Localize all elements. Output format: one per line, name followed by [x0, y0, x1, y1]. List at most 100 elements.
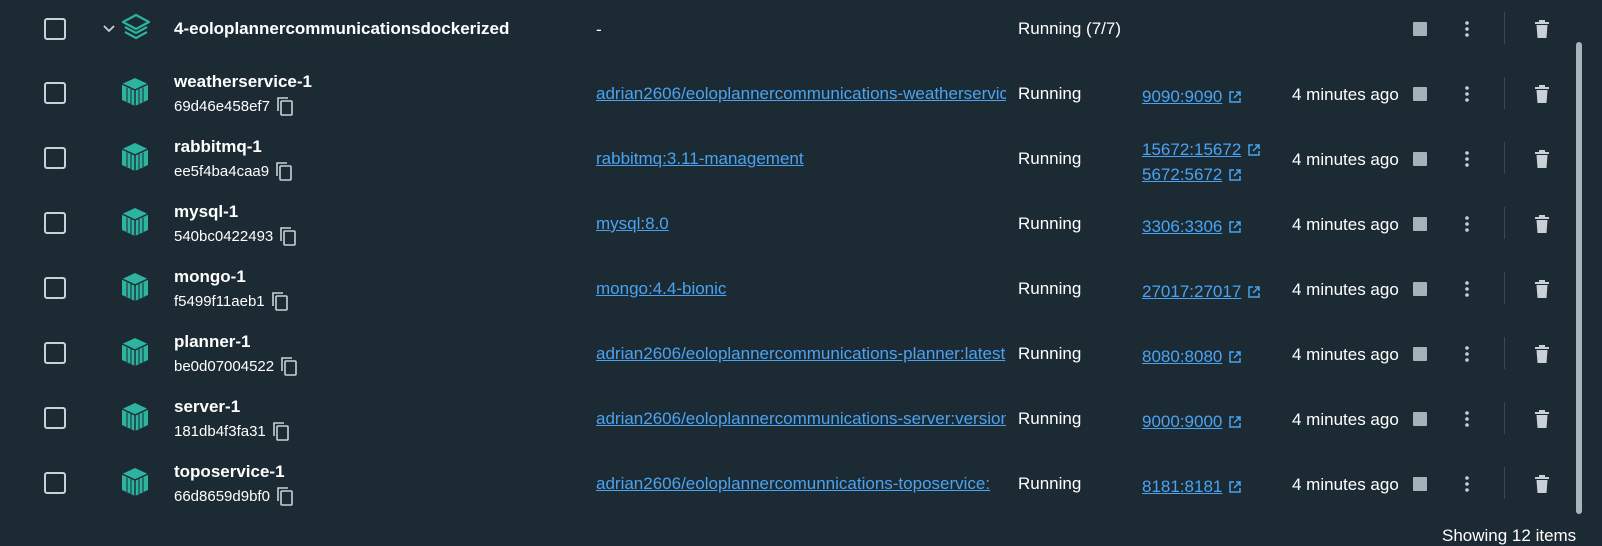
- port-mapping: 15672:15672: [1142, 137, 1261, 162]
- copy-icon[interactable]: [275, 161, 293, 181]
- image-link[interactable]: mysql:8.0: [596, 214, 669, 233]
- stop-button[interactable]: [1413, 87, 1427, 101]
- more-vertical-icon[interactable]: [1458, 344, 1476, 364]
- port-link[interactable]: 27017:27017: [1142, 279, 1241, 304]
- trash-icon[interactable]: [1533, 474, 1551, 494]
- container-id: be0d07004522: [174, 357, 275, 375]
- more-vertical-icon[interactable]: [1458, 474, 1476, 494]
- stop-button[interactable]: [1413, 22, 1427, 36]
- external-link-icon[interactable]: [1247, 285, 1261, 299]
- layers-icon: [121, 13, 151, 40]
- container-name[interactable]: mysql-1: [174, 202, 238, 222]
- more-vertical-icon[interactable]: [1458, 409, 1476, 429]
- row-checkbox[interactable]: [44, 277, 66, 299]
- more-vertical-icon[interactable]: [1458, 214, 1476, 234]
- container-row[interactable]: server-1 181db4f3fa31 adrian2606/eolopla…: [0, 385, 1572, 449]
- row-checkbox[interactable]: [44, 212, 66, 234]
- port-link[interactable]: 9000:9000: [1142, 409, 1222, 434]
- trash-icon[interactable]: [1533, 279, 1551, 299]
- more-vertical-icon[interactable]: [1458, 149, 1476, 169]
- more-vertical-icon[interactable]: [1458, 84, 1476, 104]
- action-divider: [1504, 207, 1505, 239]
- container-row[interactable]: rabbitmq-1 ee5f4ba4caa9 rabbitmq:3.11-ma…: [0, 125, 1572, 189]
- container-row[interactable]: weatherservice-1 69d46e458ef7 adrian2606…: [0, 60, 1572, 124]
- container-name[interactable]: mongo-1: [174, 267, 246, 287]
- port-link[interactable]: 9090:9090: [1142, 84, 1222, 109]
- external-link-icon[interactable]: [1228, 350, 1242, 364]
- container-status: Running: [1018, 474, 1082, 493]
- stop-button[interactable]: [1413, 477, 1427, 491]
- image-link[interactable]: mongo:4.4-bionic: [596, 279, 726, 298]
- container-id-wrap: be0d07004522: [174, 356, 298, 376]
- container-row[interactable]: planner-1 be0d07004522 adrian2606/eolopl…: [0, 320, 1572, 384]
- port-link[interactable]: 8181:8181: [1142, 474, 1222, 499]
- row-checkbox[interactable]: [44, 18, 66, 40]
- port-link[interactable]: 3306:3306: [1142, 214, 1222, 239]
- external-link-icon[interactable]: [1228, 168, 1242, 182]
- container-name[interactable]: rabbitmq-1: [174, 137, 262, 157]
- container-row[interactable]: mysql-1 540bc0422493 mysql:8.0 Running 3…: [0, 190, 1572, 254]
- more-vertical-icon[interactable]: [1458, 19, 1476, 39]
- group-row[interactable]: 4-eoloplannercommunicationsdockerized - …: [0, 0, 1572, 64]
- trash-icon[interactable]: [1533, 409, 1551, 429]
- row-checkbox[interactable]: [44, 472, 66, 494]
- external-link-icon[interactable]: [1228, 90, 1242, 104]
- image-link[interactable]: adrian2606/eoloplannercommunications-ser…: [596, 409, 1006, 428]
- copy-icon[interactable]: [280, 356, 298, 376]
- stop-button[interactable]: [1413, 412, 1427, 426]
- image-link[interactable]: adrian2606/eoloplannercommunications-pla…: [596, 344, 1005, 363]
- container-name[interactable]: planner-1: [174, 332, 251, 352]
- container-row[interactable]: toposervice-1 66d8659d9bf0 adrian2606/eo…: [0, 450, 1572, 514]
- port-link[interactable]: 8080:8080: [1142, 344, 1222, 369]
- port-link[interactable]: 15672:15672: [1142, 137, 1241, 162]
- group-name[interactable]: 4-eoloplannercommunicationsdockerized: [174, 19, 509, 39]
- container-cube-icon: [121, 338, 149, 366]
- row-checkbox[interactable]: [44, 147, 66, 169]
- container-name[interactable]: weatherservice-1: [174, 72, 312, 92]
- stop-button[interactable]: [1413, 217, 1427, 231]
- copy-icon[interactable]: [271, 291, 289, 311]
- image-link[interactable]: adrian2606/eoloplannercommunications-wea…: [596, 84, 1006, 103]
- image-cell: adrian2606/eoloplannercommunications-pla…: [596, 344, 1006, 364]
- stop-button[interactable]: [1413, 347, 1427, 361]
- external-link-icon[interactable]: [1247, 143, 1261, 157]
- external-link-icon[interactable]: [1228, 415, 1242, 429]
- trash-icon[interactable]: [1533, 149, 1551, 169]
- row-checkbox[interactable]: [44, 82, 66, 104]
- image-link[interactable]: rabbitmq:3.11-management: [596, 149, 804, 168]
- stop-button[interactable]: [1413, 282, 1427, 296]
- port-mapping: 9000:9000: [1142, 409, 1242, 434]
- container-id-wrap: ee5f4ba4caa9: [174, 161, 293, 181]
- action-divider: [1504, 467, 1505, 499]
- image-link[interactable]: adrian2606/eoloplannercomunnications-top…: [596, 474, 990, 493]
- trash-icon[interactable]: [1533, 84, 1551, 104]
- trash-icon[interactable]: [1533, 344, 1551, 364]
- trash-icon[interactable]: [1533, 214, 1551, 234]
- chevron-down-icon[interactable]: [102, 22, 116, 36]
- copy-icon[interactable]: [272, 421, 290, 441]
- container-status: Running: [1018, 84, 1082, 103]
- container-id: 181db4f3fa31: [174, 422, 266, 440]
- port-link[interactable]: 5672:5672: [1142, 162, 1222, 187]
- external-link-icon[interactable]: [1228, 220, 1242, 234]
- copy-icon[interactable]: [276, 96, 294, 116]
- stop-button[interactable]: [1413, 152, 1427, 166]
- container-row[interactable]: mongo-1 f5499f11aeb1 mongo:4.4-bionic Ru…: [0, 255, 1572, 319]
- container-name[interactable]: toposervice-1: [174, 462, 285, 482]
- vertical-scrollbar[interactable]: [1576, 42, 1582, 514]
- copy-icon[interactable]: [276, 486, 294, 506]
- container-name[interactable]: server-1: [174, 397, 240, 417]
- trash-icon[interactable]: [1533, 19, 1551, 39]
- container-status: Running: [1018, 149, 1082, 168]
- container-id-wrap: 66d8659d9bf0: [174, 486, 294, 506]
- container-id: 540bc0422493: [174, 227, 274, 245]
- group-status: Running (7/7): [1018, 19, 1122, 38]
- row-checkbox[interactable]: [44, 407, 66, 429]
- action-divider: [1504, 402, 1505, 434]
- container-id-wrap: f5499f11aeb1: [174, 291, 289, 311]
- container-status: Running: [1018, 344, 1082, 363]
- copy-icon[interactable]: [279, 226, 297, 246]
- row-checkbox[interactable]: [44, 342, 66, 364]
- external-link-icon[interactable]: [1228, 480, 1242, 494]
- more-vertical-icon[interactable]: [1458, 279, 1476, 299]
